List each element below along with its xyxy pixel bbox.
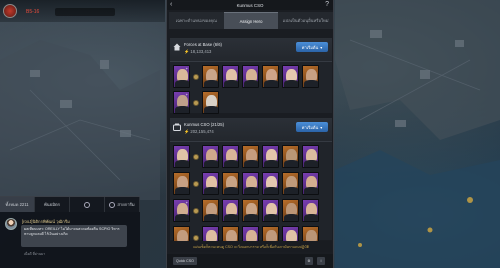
dialog-bottom-bar: Quick CSO ⚙ i	[167, 254, 333, 268]
chat-tab-shield[interactable]	[70, 197, 105, 212]
assign-hero-dialog: ‹ Kunmus CSO ? เฉพาะตำแหน่งของคุณ Assign…	[166, 0, 334, 268]
caret-down-icon: ▾	[320, 124, 323, 130]
hero-slot[interactable]	[302, 145, 319, 168]
section-power: ⚡ 202,155,474	[184, 129, 214, 134]
hero-slot[interactable]	[242, 172, 259, 195]
link-icon	[193, 99, 199, 106]
forces-at-base-section: Forces at Base (6/6) ⚡ 18,133,413 ค่าเริ…	[170, 38, 332, 114]
hero-slot[interactable]	[282, 65, 299, 88]
section-power: ⚡ 18,133,413	[184, 49, 212, 54]
hero-slot[interactable]	[262, 145, 279, 168]
section-header: Forces at Base (6/6) ⚡ 18,133,413 ค่าเริ…	[170, 38, 332, 62]
house-icon	[173, 43, 181, 51]
hero-slot[interactable]	[242, 145, 259, 168]
chat-tab-alliance[interactable]: พันธมิตร	[35, 197, 70, 212]
section-title: Kunmus CSO (21/25)	[184, 122, 225, 127]
hero-slot[interactable]	[173, 145, 190, 168]
avatar[interactable]	[5, 218, 17, 230]
hero-slot[interactable]	[242, 65, 259, 88]
hero-slot[interactable]	[202, 145, 219, 168]
hero-slot[interactable]: +	[173, 65, 190, 88]
hero-slot[interactable]	[202, 172, 219, 195]
dialog-title: Kunmus CSO	[236, 2, 264, 8]
link-icon	[193, 73, 199, 80]
section-title: Forces at Base (6/6)	[184, 42, 222, 47]
tab-assign-hero[interactable]: Assign Hero	[223, 12, 279, 29]
hero-slot[interactable]	[282, 172, 299, 195]
chat-panel[interactable]: [rooJ]นิติกรพิพัฒน์ วุฒิกรีม ผลเทียบมหา:…	[0, 212, 140, 268]
chat-tab-all[interactable]: ทั้งหมด 2211	[0, 197, 35, 212]
hero-slot[interactable]	[302, 65, 319, 88]
resource-bar	[55, 8, 115, 16]
hero-slot[interactable]: +	[173, 199, 190, 222]
hero-slot[interactable]: +	[173, 91, 190, 114]
info-icon[interactable]: i	[317, 257, 325, 265]
default-button-label: ค่าเริ่มต้น	[301, 124, 319, 130]
hero-slot[interactable]	[302, 172, 319, 195]
hero-slot[interactable]	[282, 145, 299, 168]
cso-section: Kunmus CSO (21/25) ⚡ 202,155,474 ค่าเริ่…	[170, 118, 332, 249]
hero-slot[interactable]	[222, 172, 239, 195]
hero-slot[interactable]	[262, 65, 279, 88]
player-badge-icon[interactable]	[3, 4, 17, 18]
dialog-header: ‹ Kunmus CSO ?	[167, 0, 333, 10]
hero-slot[interactable]	[202, 199, 219, 222]
hero-slot[interactable]	[242, 199, 259, 222]
link-icon	[193, 207, 199, 214]
link-icon	[193, 234, 199, 241]
dialog-tabs: เฉพาะตำแหน่งของคุณ Assign Hero แปลเป็นตั…	[169, 12, 333, 29]
cso-hero-grid: +	[173, 145, 319, 249]
power-value: 18,133,413	[190, 49, 212, 54]
base-hero-grid: + +	[173, 65, 319, 114]
hero-slot[interactable]	[262, 172, 279, 195]
vault-icon	[173, 123, 181, 131]
chat-tab-label: พันธมิตร	[44, 202, 60, 207]
settings-icon[interactable]: ⚙	[305, 257, 313, 265]
player-level: B5-16	[26, 9, 40, 15]
chat-time: เมื่อดี ที่ผ่านมา	[24, 252, 46, 256]
quick-cso-button[interactable]: Quick CSO	[173, 257, 197, 265]
link-icon	[193, 153, 199, 160]
chat-tab-personal[interactable]: สายการีม	[105, 197, 140, 212]
power-value: 202,155,474	[190, 129, 214, 134]
chat-sender-name: [rooJ]นิติกรพิพัฒน์ วุฒิกรีม	[22, 219, 70, 224]
chat-message: ผลเทียบมหา: OREILLY ไม่ได้มาจนสะดมท้องตี…	[21, 225, 127, 247]
plus-icon: +	[185, 92, 188, 97]
default-button[interactable]: ค่าเริ่มต้น ▾	[296, 122, 328, 132]
person-icon	[109, 201, 116, 208]
player-status-bar: B5-16	[0, 0, 165, 22]
chat-tab-label: สายการีม	[117, 202, 135, 207]
hero-slot[interactable]	[202, 91, 219, 114]
help-icon[interactable]: ?	[325, 0, 329, 9]
hero-slot[interactable]	[202, 65, 219, 88]
section-header: Kunmus CSO (21/25) ⚡ 202,155,474 ค่าเริ่…	[170, 118, 332, 142]
hero-slot[interactable]	[222, 145, 239, 168]
link-icon	[193, 180, 199, 187]
chat-tabs: ทั้งหมด 2211 พันธมิตร สายการีม	[0, 196, 140, 212]
hero-slot[interactable]	[173, 172, 190, 195]
hero-slot[interactable]	[262, 199, 279, 222]
footer-note: แผ่นเซ็ดก็ตวนะคนดู CSO จะวิ่งบอกบาราย หร…	[170, 241, 332, 252]
shield-icon	[84, 201, 90, 208]
hero-slot[interactable]	[302, 199, 319, 222]
tab-position[interactable]: เฉพาะตำแหน่งของคุณ	[169, 12, 224, 29]
back-arrow-icon[interactable]: ‹	[170, 1, 172, 9]
plus-icon: +	[185, 200, 188, 205]
hero-slot[interactable]	[282, 199, 299, 222]
chat-tab-label: ทั้งหมด 2211	[5, 202, 29, 207]
caret-down-icon: ▾	[320, 44, 323, 50]
tab-other[interactable]: แปลเป็นตัวอนุอื่นหรือใหม่	[278, 12, 333, 29]
hero-slot[interactable]	[222, 65, 239, 88]
hero-slot[interactable]	[222, 199, 239, 222]
plus-icon: +	[185, 66, 188, 71]
default-button-label: ค่าเริ่มต้น	[301, 44, 319, 50]
default-button[interactable]: ค่าเริ่มต้น ▾	[296, 42, 328, 52]
